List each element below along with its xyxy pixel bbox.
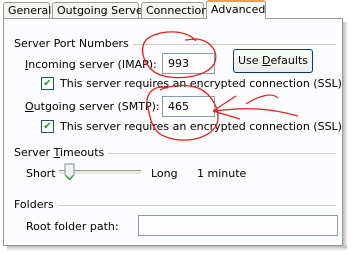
annotation-arrow xyxy=(212,94,299,120)
